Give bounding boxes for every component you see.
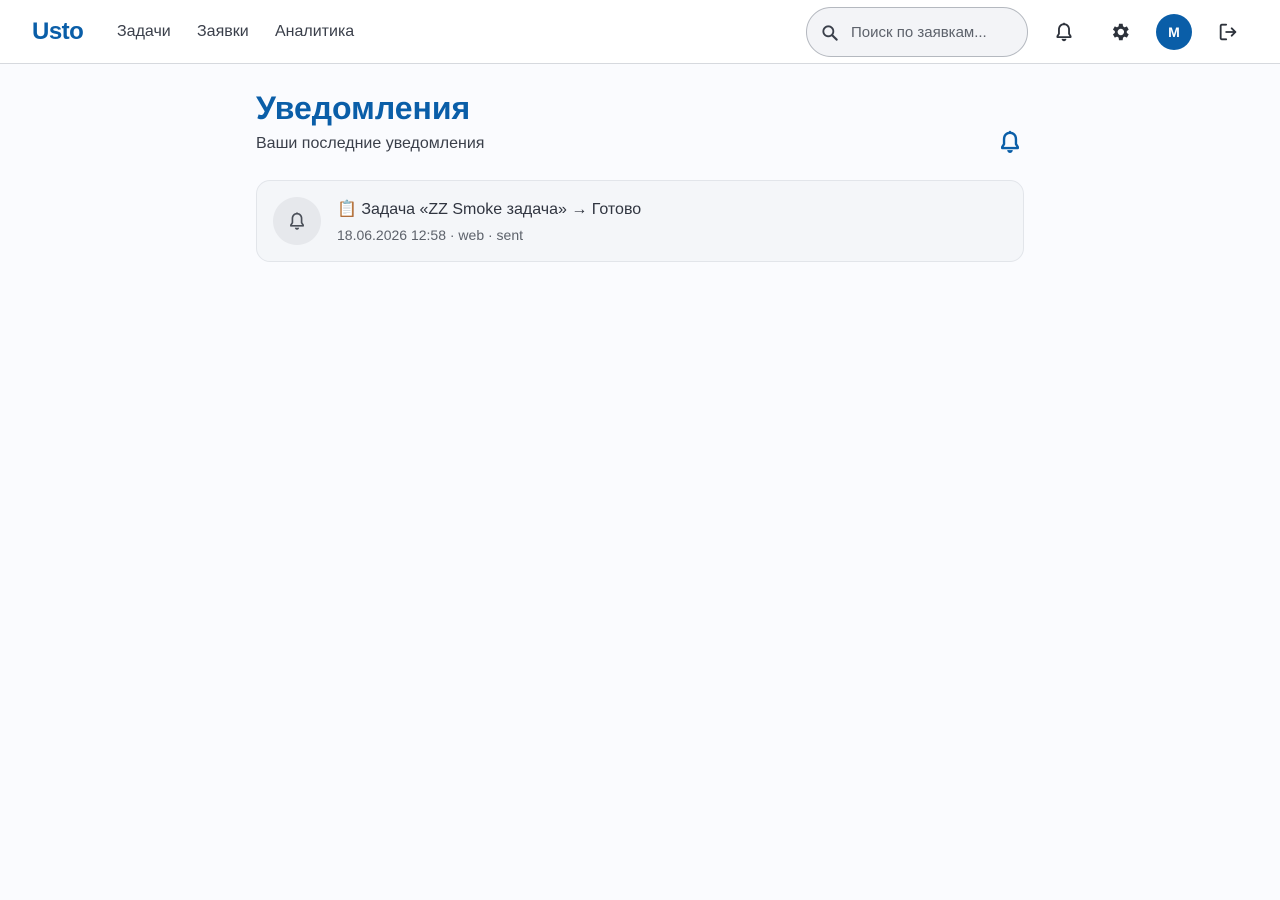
notification-icon-wrap bbox=[273, 197, 321, 245]
page-subtitle: Ваши последние уведомления bbox=[256, 135, 485, 152]
avatar[interactable]: M bbox=[1156, 14, 1192, 50]
top-bar: Usto Задачи Заявки Аналитика M bbox=[0, 0, 1280, 64]
bell-icon bbox=[1001, 130, 1019, 153]
gear-icon bbox=[1112, 23, 1129, 41]
nav-tasks[interactable]: Задачи bbox=[117, 22, 171, 42]
page-title: Уведомления bbox=[256, 90, 471, 126]
logout-icon bbox=[1219, 23, 1237, 41]
settings-button[interactable] bbox=[1100, 12, 1140, 52]
nav-analytics[interactable]: Аналитика bbox=[275, 22, 354, 42]
notification-item[interactable]: 📋 Задача «ZZ Smoke задача» → Готово 18.0… bbox=[256, 180, 1024, 262]
search-box[interactable] bbox=[806, 7, 1028, 57]
search-input[interactable] bbox=[851, 8, 1021, 56]
search-icon bbox=[822, 25, 838, 41]
brand-logo[interactable]: Usto bbox=[32, 17, 84, 47]
notifications-button[interactable] bbox=[1044, 12, 1084, 52]
page-header-bell bbox=[995, 127, 1025, 157]
logout-button[interactable] bbox=[1208, 12, 1248, 52]
nav-requests[interactable]: Заявки bbox=[197, 22, 249, 42]
bell-icon bbox=[290, 212, 304, 230]
bell-icon bbox=[1056, 22, 1072, 42]
notification-title: 📋 Задача «ZZ Smoke задача» → Готово bbox=[337, 201, 642, 218]
notification-meta: 18.06.2026 12:58 · web · sent bbox=[337, 227, 524, 243]
